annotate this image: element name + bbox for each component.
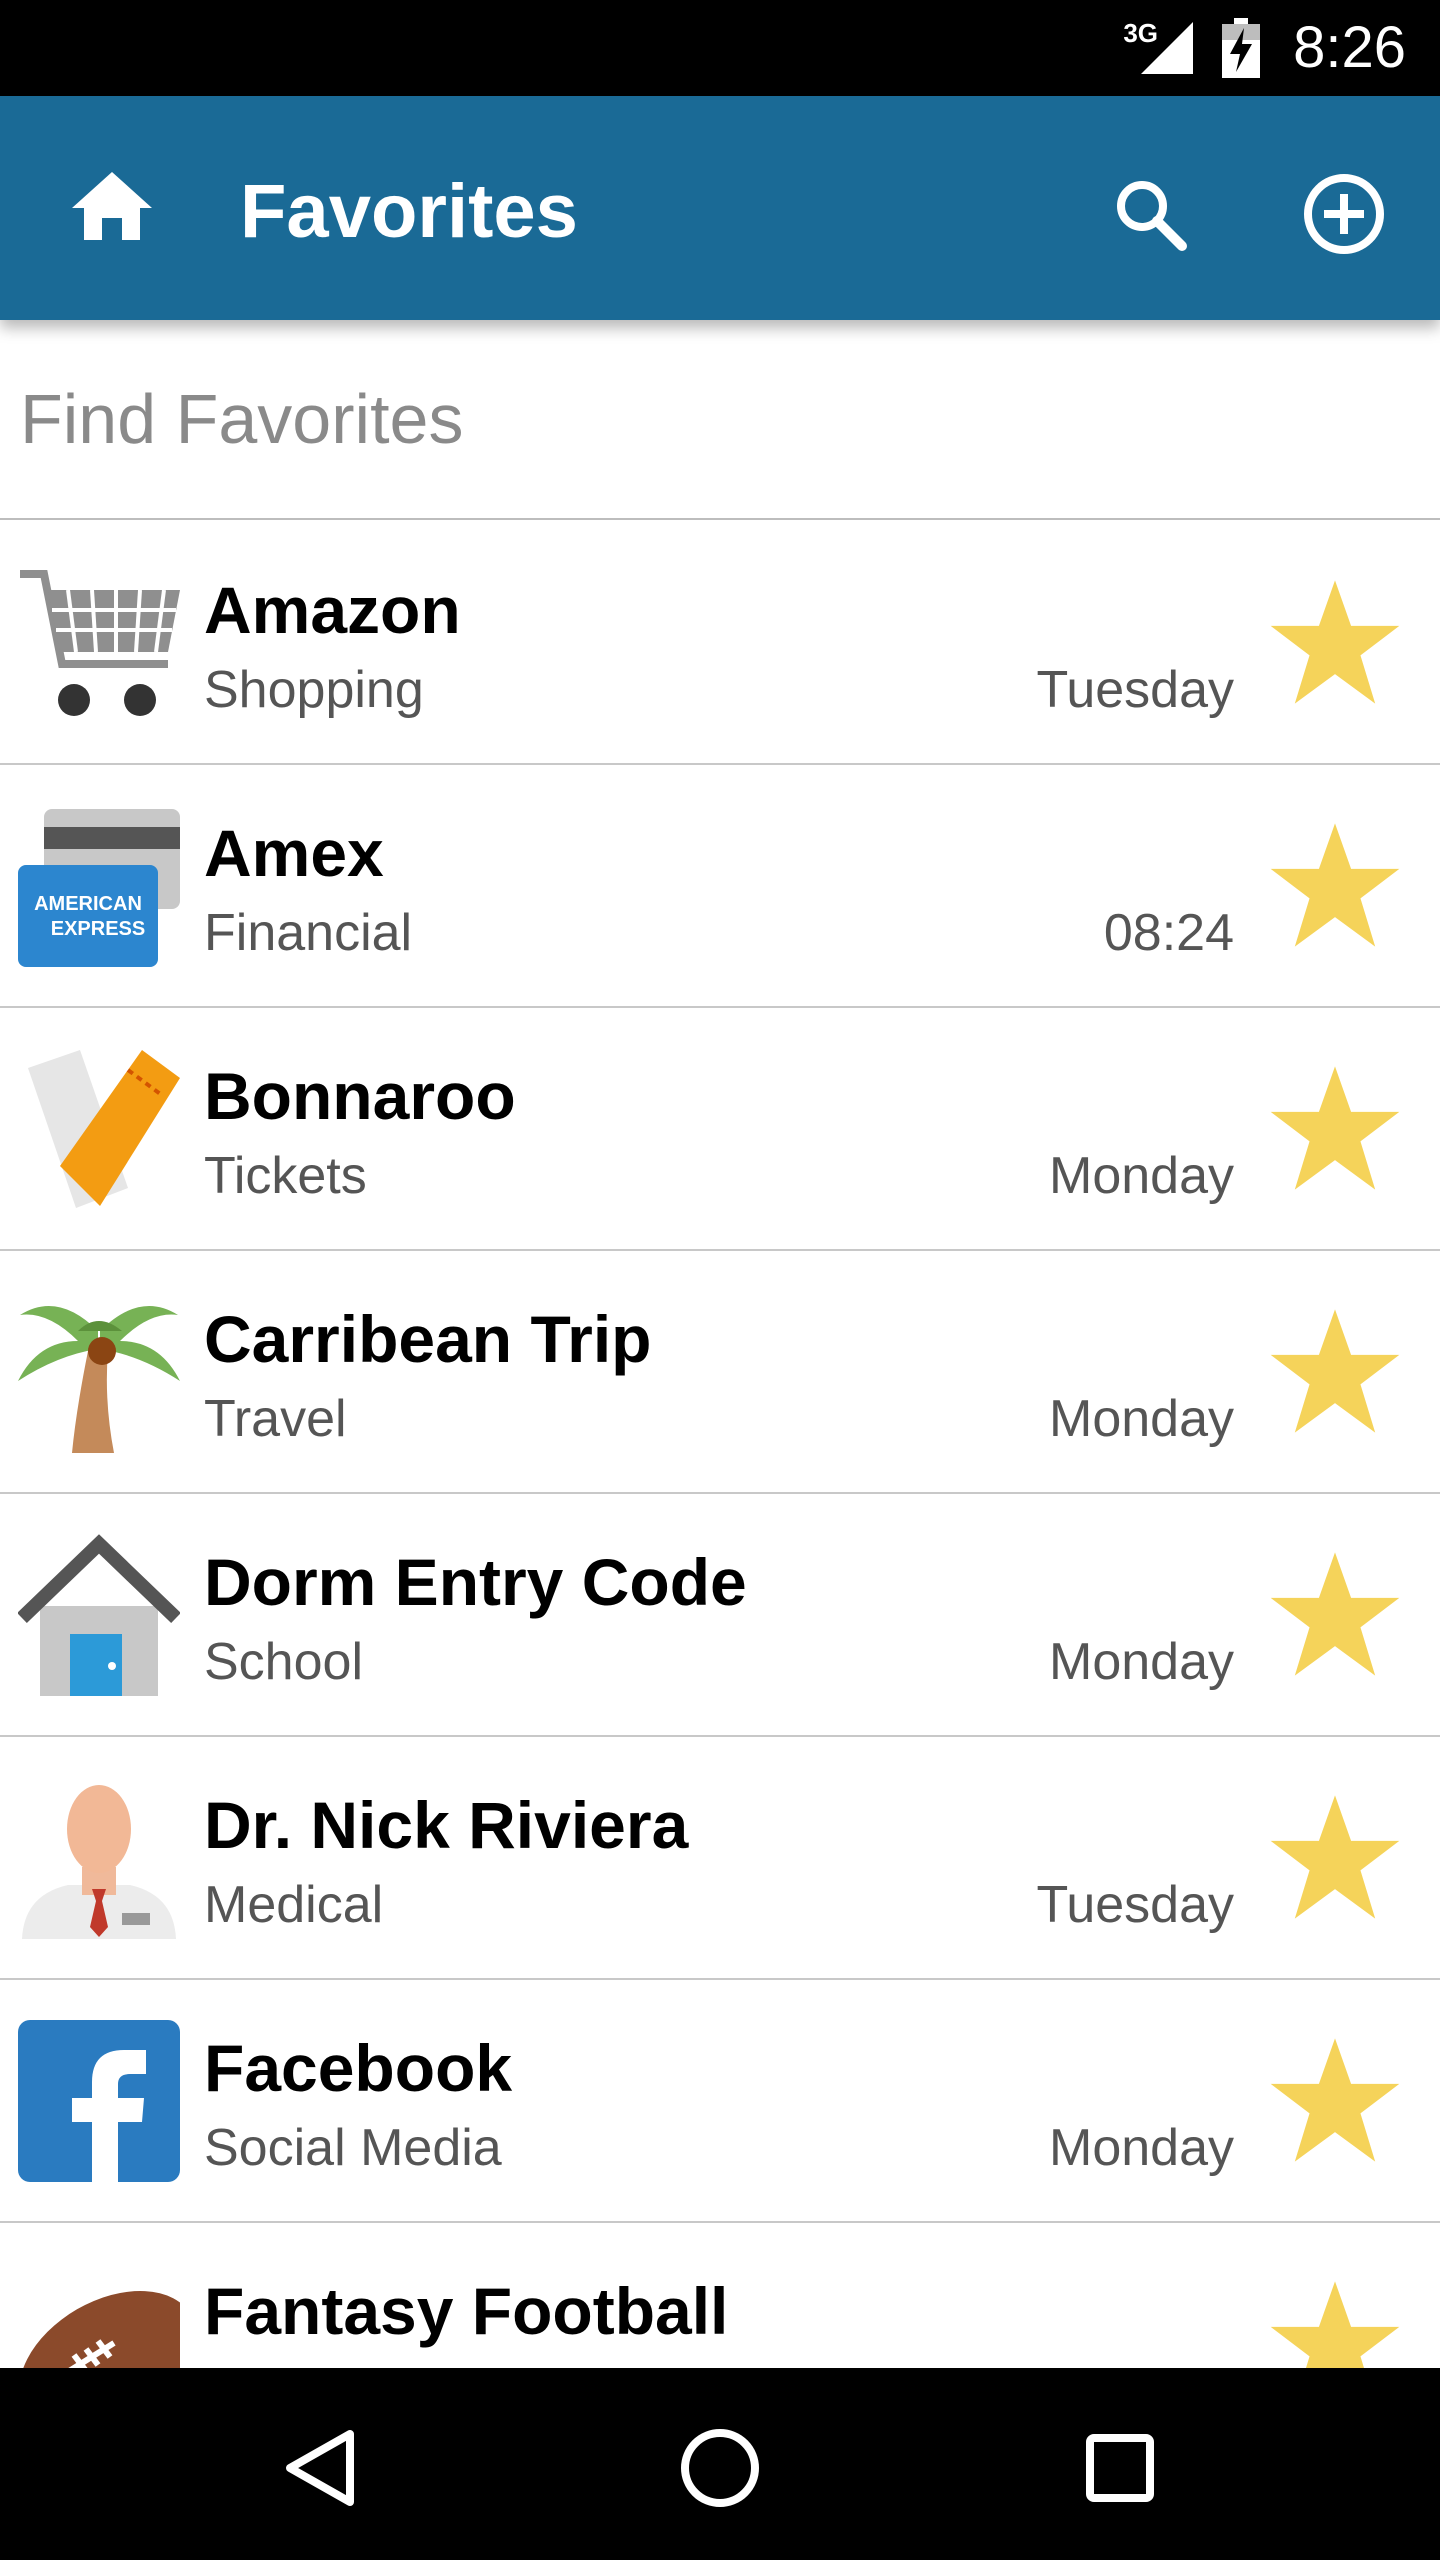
search-icon	[1117, 181, 1187, 251]
football-icon	[19, 2290, 180, 2368]
item-name: Fantasy Football	[204, 2274, 729, 2348]
item-category: Medical	[204, 1876, 384, 1934]
palm-tree-icon	[18, 1306, 180, 1453]
list-item[interactable]: AMERICAN EXPRESS Amex Financial 08:24	[0, 765, 1440, 1008]
list-item[interactable]: Amazon Shopping Tuesday	[0, 522, 1440, 765]
star-icon[interactable]	[1268, 2278, 1402, 2368]
recents-icon	[1086, 2434, 1154, 2502]
status-bar: 3G 8:26	[0, 0, 1440, 96]
home-button[interactable]	[52, 156, 172, 256]
clock: 8:26	[1293, 15, 1406, 80]
item-name: Dr. Nick Riviera	[204, 1788, 689, 1862]
item-name: Carribean Trip	[204, 1302, 652, 1376]
list-item[interactable]: Dorm Entry Code School Monday	[0, 1494, 1440, 1737]
shopping-cart-icon	[20, 570, 180, 716]
page-title: Favorites	[240, 169, 578, 254]
item-category: Tickets	[204, 1147, 367, 1205]
home-icon	[72, 172, 152, 240]
item-category: Travel	[204, 1390, 347, 1448]
facebook-icon	[18, 2020, 180, 2182]
item-name: Amex	[204, 816, 384, 890]
system-nav-bar	[0, 2368, 1440, 2560]
item-category: School	[204, 1633, 363, 1691]
star-icon[interactable]	[1268, 1549, 1402, 1679]
svg-text:AMERICAN: AMERICAN	[34, 893, 142, 915]
item-name: Facebook	[204, 2031, 513, 2105]
favorites-list: Amazon Shopping Tuesday AMERICAN EXPRESS…	[0, 522, 1440, 2368]
item-category: Social Media	[204, 2119, 502, 2177]
app-bar: Favorites	[0, 96, 1440, 320]
battery-charging-icon	[1222, 18, 1260, 78]
home-system-button[interactable]	[660, 2408, 780, 2528]
back-icon	[286, 2430, 354, 2506]
star-icon[interactable]	[1268, 577, 1402, 707]
item-date: Monday	[1049, 2119, 1234, 2177]
item-date: Monday	[1049, 1633, 1234, 1691]
recents-button[interactable]	[1060, 2408, 1180, 2528]
item-date: Tuesday	[1036, 661, 1234, 719]
add-circle-icon	[1304, 174, 1384, 254]
item-name: Amazon	[204, 573, 461, 647]
search-input[interactable]	[0, 320, 1440, 520]
item-name: Dorm Entry Code	[204, 1545, 747, 1619]
list-item[interactable]: Fantasy Football	[0, 2223, 1440, 2368]
item-date: 08:24	[1103, 904, 1234, 962]
list-item[interactable]: Facebook Social Media Monday	[0, 1980, 1440, 2223]
item-category: Financial	[204, 904, 413, 962]
svg-text:EXPRESS: EXPRESS	[51, 918, 145, 940]
back-button[interactable]	[260, 2408, 380, 2528]
doctor-icon	[22, 1785, 176, 1939]
star-icon[interactable]	[1268, 1792, 1402, 1922]
search-button[interactable]	[1100, 164, 1200, 264]
item-date: Monday	[1049, 1147, 1234, 1205]
list-item[interactable]: Carribean Trip Travel Monday	[0, 1251, 1440, 1494]
list-item[interactable]: Dr. Nick Riviera Medical Tuesday	[0, 1737, 1440, 1980]
house-icon	[18, 1534, 180, 1696]
star-icon[interactable]	[1268, 2035, 1402, 2165]
home-circle-icon	[681, 2429, 759, 2507]
item-date: Monday	[1049, 1390, 1234, 1448]
ticket-icon	[28, 1050, 180, 1208]
item-date: Tuesday	[1036, 1876, 1234, 1934]
star-icon[interactable]	[1268, 1306, 1402, 1436]
item-category: Shopping	[204, 661, 424, 719]
star-icon[interactable]	[1268, 820, 1402, 950]
signal-icon	[1141, 22, 1193, 74]
item-name: Bonnaroo	[204, 1059, 516, 1133]
star-icon[interactable]	[1268, 1063, 1402, 1193]
add-button[interactable]	[1294, 164, 1394, 264]
list-item[interactable]: Bonnaroo Tickets Monday	[0, 1008, 1440, 1251]
credit-card-icon: AMERICAN EXPRESS	[18, 809, 180, 967]
